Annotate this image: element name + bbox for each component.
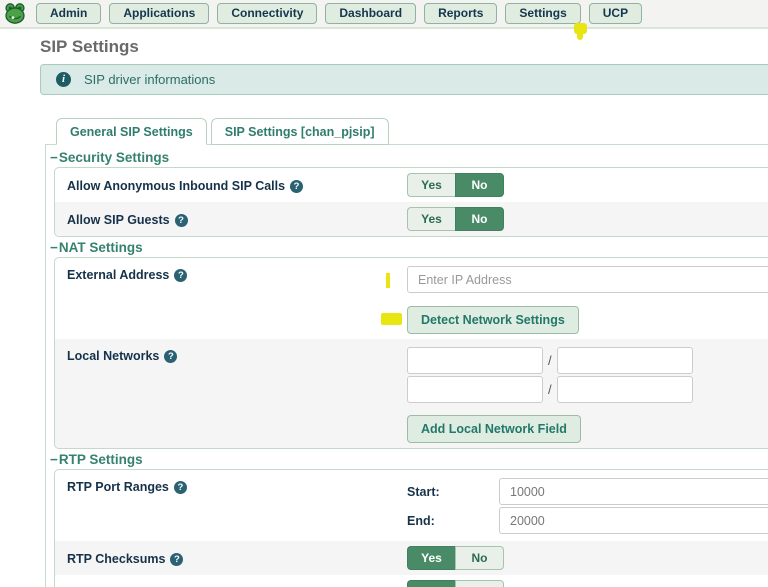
nav-ucp[interactable]: UCP [588, 3, 643, 24]
allow-anonymous-label: Allow Anonymous Inbound SIP Calls [67, 179, 286, 193]
section-title-nat: NAT Settings [58, 240, 143, 255]
local-network-mask-input[interactable] [556, 376, 693, 403]
nav-reports[interactable]: Reports [424, 3, 498, 24]
local-network-input[interactable] [407, 347, 543, 374]
local-networks-label: Local Networks [67, 349, 160, 363]
rtp-checksums-yes[interactable]: Yes [407, 546, 455, 570]
rtp-checksums-no[interactable]: No [455, 546, 504, 570]
strict-rtp-toggle: Yes No [407, 580, 768, 587]
section-nat: External Address ? Detect Network Settin… [54, 257, 768, 449]
rtp-end-label: End: [407, 513, 435, 528]
top-navbar: Admin Applications Connectivity Dashboar… [0, 0, 768, 40]
section-rtp: RTP Port Ranges ? Start: End: RTP Ch [54, 469, 768, 587]
collapse-icon[interactable]: − [50, 240, 58, 255]
row-allow-anonymous: Allow Anonymous Inbound SIP Calls ? Yes … [55, 168, 768, 202]
section-header-nat[interactable]: − NAT Settings [50, 240, 768, 255]
local-network-mask-input[interactable] [556, 347, 693, 374]
nav-connectivity[interactable]: Connectivity [217, 3, 318, 24]
info-circle-icon: i [56, 72, 71, 87]
row-rtp-checksums: RTP Checksums ? Yes No [55, 541, 768, 575]
strict-rtp-no[interactable]: No [455, 580, 504, 587]
nav-applications[interactable]: Applications [109, 3, 210, 24]
highlight-bar-mark [386, 273, 390, 288]
detect-network-settings-button[interactable]: Detect Network Settings [407, 306, 579, 334]
tab-panel: − Security Settings Allow Anonymous Inbo… [45, 144, 768, 587]
highlight-cursor-mark [573, 23, 587, 40]
external-address-label: External Address [67, 268, 170, 282]
row-strict-rtp: Strict RTP ? Yes No [55, 575, 768, 587]
tab-general-sip-settings[interactable]: General SIP Settings [56, 118, 207, 145]
rtp-checksums-toggle: Yes No [407, 546, 768, 570]
section-header-rtp[interactable]: − RTP Settings [50, 452, 768, 467]
allow-sip-guests-yes[interactable]: Yes [407, 207, 455, 231]
rtp-port-ranges-label: RTP Port Ranges [67, 480, 169, 494]
row-external-address: External Address ? Detect Network Settin… [55, 258, 768, 339]
allow-sip-guests-toggle: Yes No [407, 207, 768, 231]
tab-sip-settings-chan-pjsip[interactable]: SIP Settings [chan_pjsip] [210, 118, 389, 145]
section-title-security: Security Settings [58, 150, 170, 165]
slash-separator: / [548, 382, 552, 397]
tab-bar: General SIP Settings SIP Settings [chan_… [56, 118, 768, 145]
page-title: SIP Settings [40, 37, 139, 56]
freepbx-frog-logo-icon[interactable] [4, 3, 28, 25]
highlight-block-mark [381, 313, 402, 325]
row-local-networks: Local Networks ? / / Add Local Network F… [55, 339, 768, 448]
info-alert: i SIP driver informations [40, 64, 768, 95]
allow-sip-guests-label: Allow SIP Guests [67, 213, 170, 227]
freepbx-admin-screen: Admin Applications Connectivity Dashboar… [0, 0, 768, 587]
collapse-icon[interactable]: − [50, 452, 58, 467]
rtp-checksums-label: RTP Checksums [67, 552, 166, 566]
collapse-icon[interactable]: − [50, 150, 58, 165]
external-address-input[interactable] [407, 266, 768, 293]
row-rtp-port-ranges: RTP Port Ranges ? Start: End: [55, 470, 768, 541]
section-header-security[interactable]: − Security Settings [50, 150, 768, 165]
help-icon[interactable]: ? [164, 349, 178, 363]
allow-anonymous-toggle: Yes No [407, 173, 768, 197]
slash-separator: / [548, 353, 552, 368]
allow-sip-guests-no[interactable]: No [455, 207, 504, 231]
help-icon[interactable]: ? [170, 552, 184, 566]
nav-settings[interactable]: Settings [505, 3, 587, 40]
strict-rtp-yes[interactable]: Yes [407, 580, 455, 587]
allow-anonymous-yes[interactable]: Yes [407, 173, 455, 197]
alert-text: SIP driver informations [84, 72, 216, 87]
allow-anonymous-no[interactable]: No [455, 173, 504, 197]
rtp-start-label: Start: [407, 484, 440, 499]
section-title-rtp: RTP Settings [58, 452, 143, 467]
rtp-start-input[interactable] [499, 478, 768, 505]
help-icon[interactable]: ? [290, 179, 304, 193]
rtp-end-input[interactable] [499, 507, 768, 534]
nav-settings-label: Settings [519, 6, 567, 20]
nav-dashboard[interactable]: Dashboard [325, 3, 417, 24]
add-local-network-field-button[interactable]: Add Local Network Field [407, 415, 581, 443]
nav-admin[interactable]: Admin [36, 3, 102, 24]
section-security: Allow Anonymous Inbound SIP Calls ? Yes … [54, 167, 768, 237]
local-network-input[interactable] [407, 376, 543, 403]
frog-icon [5, 3, 25, 24]
help-icon[interactable]: ? [173, 480, 187, 494]
row-allow-sip-guests: Allow SIP Guests ? Yes No [55, 202, 768, 236]
help-icon[interactable]: ? [174, 213, 188, 227]
help-icon[interactable]: ? [174, 268, 188, 282]
